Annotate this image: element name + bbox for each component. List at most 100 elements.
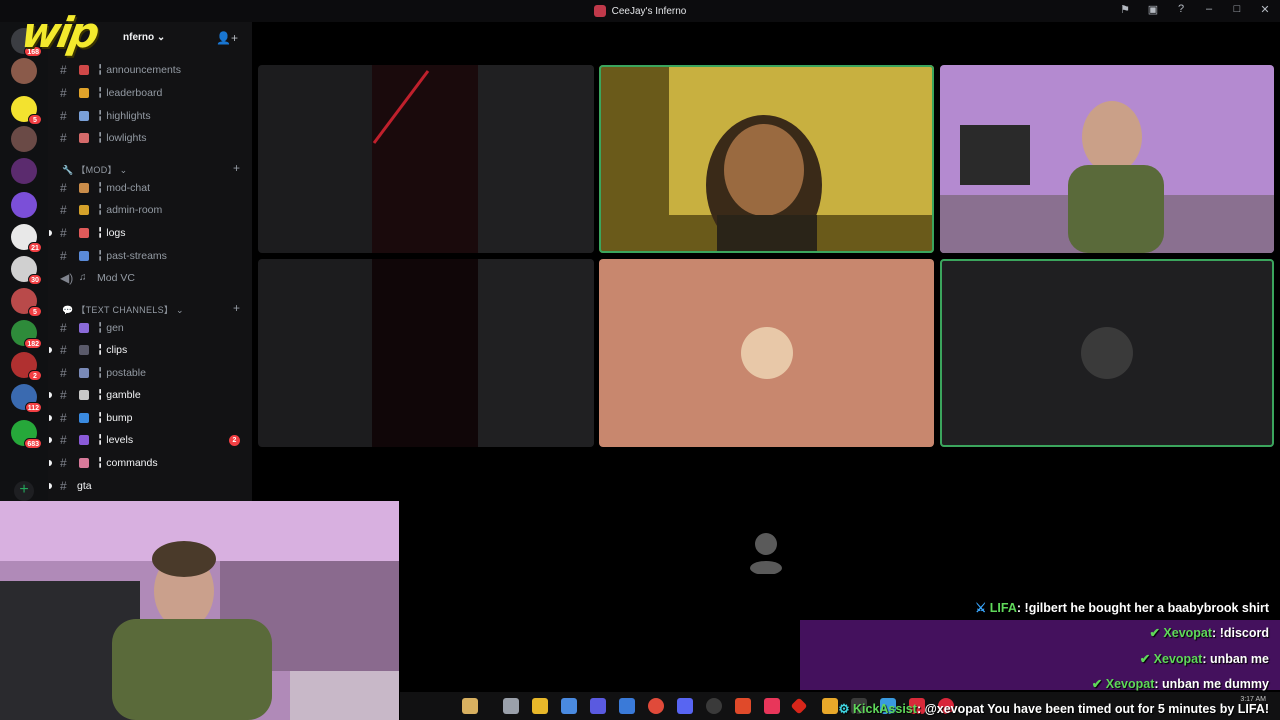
server-icon[interactable]: 182 [11,320,42,349]
mention-badge: 21 [28,242,42,253]
server-icon-inferno[interactable]: 2 [11,352,42,381]
hash-icon: # [60,366,67,380]
obs-icon[interactable] [706,698,722,714]
channel-label: ╏ admin-room [97,204,163,216]
store-icon[interactable] [619,698,635,714]
server-icon[interactable]: 21 [11,224,42,253]
channel-label: ╏ announcements [97,64,181,76]
hash-icon: # [60,203,67,217]
folder-icon[interactable] [532,698,548,714]
copilot-icon[interactable] [561,698,577,714]
channel-gen[interactable]: # ╏ gen [48,318,252,338]
channel-levels[interactable]: # ╏ levels 2 [48,430,252,450]
chat-text: @xevopat You have been timed out for 5 m… [924,702,1269,716]
hash-icon: # [60,321,67,335]
chat-message: ⚙ KickAssist: @xevopat You have been tim… [838,702,1269,716]
server-icon-wip[interactable]: 5 [11,96,42,125]
hash-icon: # [60,63,67,77]
server-icon[interactable] [11,58,37,84]
inbox-icon[interactable]: ▣ [1146,3,1160,16]
server-name-label: nferno [123,32,155,43]
document-icon [79,228,89,238]
flag-icon[interactable]: ⚑ [1118,3,1132,16]
add-channel-icon[interactable]: + [233,301,240,315]
mention-badge: 182 [24,338,42,349]
file-icon[interactable] [503,698,519,714]
participant-camera-feed [940,65,1274,253]
add-server-icon[interactable]: + [14,481,34,501]
maximize-button[interactable]: □ [1230,3,1244,16]
server-icon[interactable]: 5 [11,288,42,317]
hash-icon: # [60,388,67,402]
chrome-icon[interactable] [648,698,664,714]
server-icon[interactable]: 683 [11,420,42,449]
mention-badge: 112 [24,402,42,413]
chat-text: !discord [1219,626,1269,640]
channel-label: Mod VC [97,272,135,284]
close-button[interactable]: ✕ [1258,3,1272,16]
chat-message: ⚔ LIFA: !gilbert he bought her a baabybr… [975,601,1269,615]
video-tile-participant-2[interactable] [940,65,1274,253]
discord-icon[interactable] [677,698,693,714]
channel-commands[interactable]: # ╏ commands [48,453,252,473]
hash-icon: # [60,226,67,240]
channel-gta[interactable]: # gta [48,476,252,496]
avatar [1081,327,1133,379]
channel-sidebar: nferno ⌄ 👤+ # ╏ announcements # ╏ leaderbo… [48,22,252,502]
brave-icon[interactable] [735,698,751,714]
channel-label: ╏ bump [97,412,133,424]
server-icon[interactable] [11,192,37,218]
channel-announcements[interactable]: # ╏ announcements [48,60,252,80]
server-icon[interactable]: 30 [11,256,42,285]
screenshare-preview [372,259,594,447]
invite-icon[interactable]: 👤+ [216,31,238,45]
video-tile-screenshare[interactable] [258,65,594,253]
video-tile-screenshare-2[interactable] [258,259,594,447]
mention-badge: 2 [28,370,42,381]
channel-past-streams[interactable]: # ╏ past-streams [48,246,252,266]
minimize-button[interactable]: – [1202,3,1216,16]
channel-highlights[interactable]: # ╏ highlights [48,106,252,126]
hash-icon: # [60,131,67,145]
chart-up-icon [79,111,89,121]
channel-mod-chat[interactable]: # ╏ mod-chat [48,178,252,198]
server-icon[interactable] [11,126,37,152]
music-icon[interactable] [764,698,780,714]
app-icon[interactable] [822,698,838,714]
server-icon[interactable] [11,158,37,184]
teams-icon[interactable] [590,698,606,714]
app-icon[interactable] [790,697,808,715]
unread-indicator [49,415,52,421]
server-icon[interactable]: 112 [11,384,42,413]
add-channel-icon[interactable]: + [233,161,240,175]
channel-bump[interactable]: # ╏ bump [48,408,252,428]
chat-icon [79,323,89,333]
channel-logs[interactable]: # ╏ logs [48,223,252,243]
chat-text: unban me [1209,652,1269,666]
channel-leaderboard[interactable]: # ╏ leaderboard [48,83,252,103]
voice-channel-mod-vc[interactable]: ◀) ♫ Mod VC [48,268,252,288]
category-text-channels[interactable]: 💬 【TEXT CHANNELS】 ⌄ [62,303,184,316]
help-icon[interactable]: ? [1174,3,1188,16]
channel-label: ╏ lowlights [97,132,147,144]
weather-icon[interactable] [462,698,478,714]
channel-gamble[interactable]: # ╏ gamble [48,385,252,405]
channel-lowlights[interactable]: # ╏ lowlights [48,128,252,148]
window-titlebar: CeeJay's Inferno ⚑ ▣ ? – □ ✕ [0,0,1280,22]
chat-username: Xevopat [1105,677,1155,691]
video-tile-participant-1[interactable] [599,65,934,253]
chat-message: ✔ Xevopat: unban me [1139,652,1269,666]
server-icon [593,5,606,17]
speaker-icon: ◀) [60,271,74,285]
video-tile-participant-3[interactable] [599,259,934,447]
category-label: 【MOD】 [76,165,117,175]
channel-admin-room[interactable]: # ╏ admin-room [48,200,252,220]
dice-icon [79,390,89,400]
server-name-header[interactable]: nferno ⌄ [123,32,165,43]
video-tile-participant-4[interactable] [940,259,1274,447]
channel-label: ╏ levels [97,434,134,446]
category-mod[interactable]: 🔧 【MOD】 ⌄ [62,163,127,176]
unread-indicator [49,483,52,489]
channel-clips[interactable]: # ╏ clips [48,340,252,360]
channel-postable[interactable]: # ╏ postable [48,363,252,383]
